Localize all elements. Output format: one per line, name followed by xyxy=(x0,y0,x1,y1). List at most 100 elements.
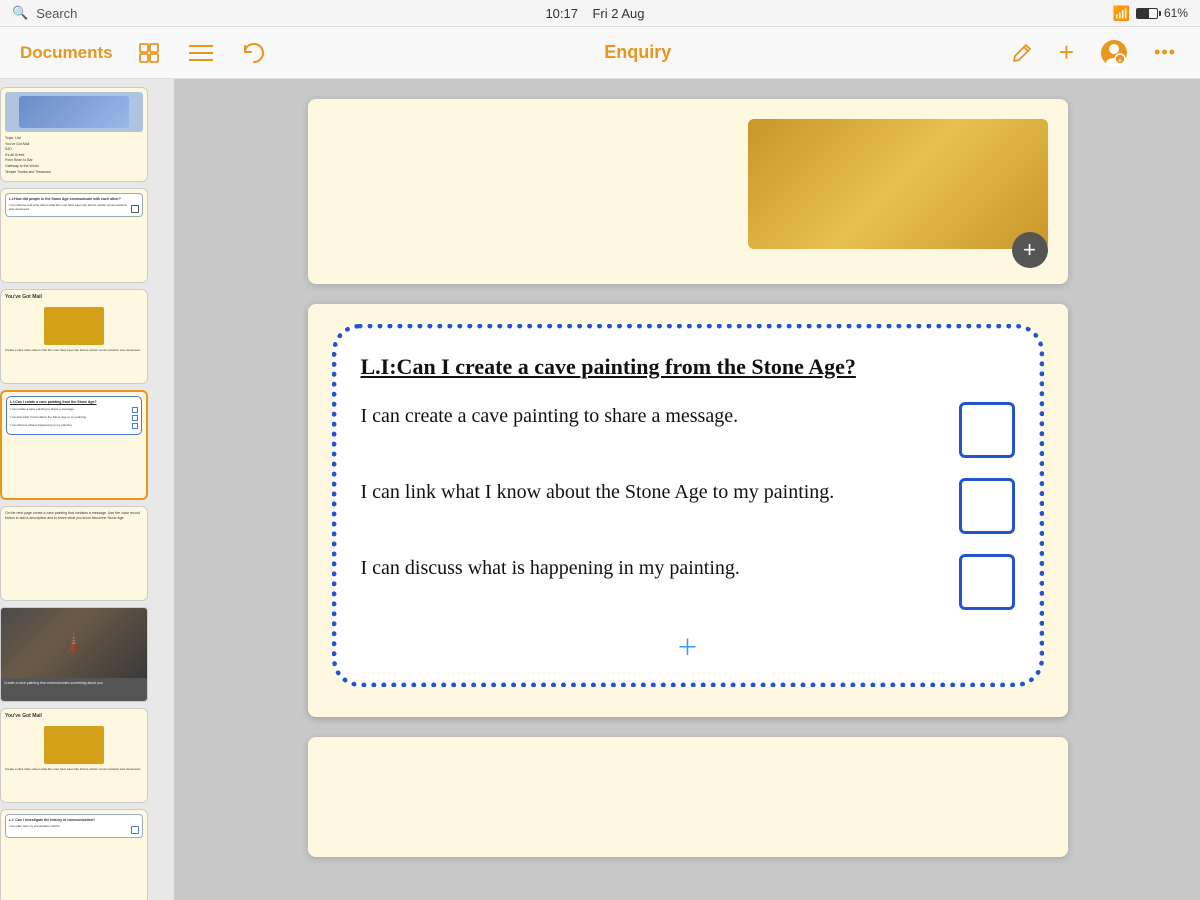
slide-4-check-3 xyxy=(132,423,138,429)
undo-button[interactable] xyxy=(237,38,269,68)
objective-row-2: I can link what I know about the Stone A… xyxy=(361,478,1015,534)
slide-2-checkbox xyxy=(131,205,139,213)
slide-thumbnail-4[interactable]: L.I:Can I create a cave painting from th… xyxy=(0,390,148,500)
eiffel-icon: 🗼 xyxy=(63,633,85,654)
slide-4-check-1 xyxy=(132,407,138,413)
slide-4-title: L.I:Can I create a cave painting from th… xyxy=(10,400,138,404)
objective-checkbox-2[interactable] xyxy=(959,478,1015,534)
wifi-icon: 📶 xyxy=(1113,5,1130,22)
slide-thumb-wrapper-1: 1 Topic: ListYou've Got MailS2DIt's all … xyxy=(0,87,174,182)
status-time: 10:17 xyxy=(545,6,578,21)
slide-4-row-3: I can discuss what is happening in my pa… xyxy=(10,423,138,429)
top-partial-content xyxy=(308,99,1068,249)
slide-bottom-partial xyxy=(308,737,1068,857)
slide-thumbnail-7[interactable]: You've Got Mail Create a clips video abo… xyxy=(0,708,148,803)
more-icon: ••• xyxy=(1154,42,1176,63)
slide-add-content-top[interactable]: + xyxy=(1012,232,1048,268)
objective-text-3: I can discuss what is happening in my pa… xyxy=(361,554,959,582)
svg-text:+: + xyxy=(1118,56,1123,65)
slide-7-title: You've Got Mail xyxy=(5,713,42,719)
slide-4-obj-1: I can create a cave painting to share a … xyxy=(10,407,132,411)
slide-2-inner: L.I:How did people in the Stone Age comm… xyxy=(5,193,143,217)
objective-text-1: I can create a cave painting to share a … xyxy=(361,402,959,430)
slide-2-text: I can discuss and write about what life … xyxy=(9,203,131,211)
slide-4-check-2 xyxy=(132,415,138,421)
documents-link[interactable]: Documents xyxy=(20,43,113,63)
status-date: Fri 2 Aug xyxy=(592,6,644,21)
battery-percent: 61% xyxy=(1164,6,1188,20)
slide-2-title: L.I:How did people in the Stone Age comm… xyxy=(9,197,139,201)
slide-7-text: Create a clips video about what life mus… xyxy=(5,767,141,771)
slide-8-title: L.I: Can I investigate the history of co… xyxy=(9,818,139,822)
envelope-image xyxy=(748,119,1048,249)
objective-checkbox-3[interactable] xyxy=(959,554,1015,610)
slide-thumb-wrapper-2: 2 L.I:How did people in the Stone Age co… xyxy=(0,188,174,283)
slide-8-inner: L.I: Can I investigate the history of co… xyxy=(5,814,143,838)
slide-thumbnail-2[interactable]: L.I:How did people in the Stone Age comm… xyxy=(0,188,148,283)
pencil-tool-button[interactable] xyxy=(1007,38,1037,68)
slide-thumbnail-8[interactable]: L.I: Can I investigate the history of co… xyxy=(0,809,148,900)
search-icon: 🔍 xyxy=(12,5,28,21)
slide-8-content: I can plan how my presentation will be xyxy=(9,824,139,834)
slide-add-content-button[interactable]: ＋ xyxy=(676,630,698,662)
list-view-button[interactable] xyxy=(185,40,217,66)
slide-2-content: I can discuss and write about what life … xyxy=(9,203,139,213)
slide-1-text: Topic: ListYou've Got MailS2DIt's all Gr… xyxy=(5,136,143,175)
slide-thumbnail-3[interactable]: You've Got Mail Create a clips video abo… xyxy=(0,289,148,384)
toolbar-title: Enquiry xyxy=(604,42,671,63)
slide-3-text: Create a clips video about what life mus… xyxy=(5,348,141,352)
canvas-area[interactable]: + L.I:Can I create a cave painting from … xyxy=(175,79,1200,900)
battery-fill xyxy=(1137,9,1149,18)
bottom-partial-bg xyxy=(308,737,1068,857)
slide-6-text: Create a cave painting that communicates… xyxy=(1,678,147,688)
slide-4-main: L.I:Can I create a cave painting from th… xyxy=(308,304,1068,717)
slide-thumb-wrapper-7: 7 You've Got Mail Create a clips video a… xyxy=(0,708,174,803)
objective-text-2: I can link what I know about the Stone A… xyxy=(361,478,959,506)
slide-4-row-2: I can link what I know about the Stone A… xyxy=(10,415,138,421)
slide-1-image xyxy=(5,92,143,132)
search-label[interactable]: Search xyxy=(36,6,77,21)
add-button[interactable]: + xyxy=(1055,33,1078,72)
slide-8-checkbox xyxy=(131,826,139,834)
slide-thumb-wrapper-6: 6 🗼 Create a cave painting that communic… xyxy=(0,607,174,702)
toolbar-left: Documents xyxy=(20,37,269,69)
slide-panel[interactable]: 1 Topic: ListYou've Got MailS2DIt's all … xyxy=(0,79,175,900)
slide-4-row-1: I can create a cave painting to share a … xyxy=(10,407,138,413)
status-bar: 🔍 Search 10:17 Fri 2 Aug 📶 61% xyxy=(0,0,1200,27)
status-left: 🔍 Search xyxy=(12,5,77,21)
add-icon: + xyxy=(1059,37,1074,68)
status-time-date: 10:17 Fri 2 Aug xyxy=(545,6,644,21)
toolbar: Documents Enquiry xyxy=(0,27,1200,79)
slide-thumb-wrapper-3: 3 You've Got Mail Create a clips video a… xyxy=(0,289,174,384)
slide-top-partial: + xyxy=(308,99,1068,284)
add-content-icon-top: + xyxy=(1023,237,1036,263)
slide-thumb-wrapper-8: 8 L.I: Can I investigate the history of … xyxy=(0,809,174,900)
layout-toggle-button[interactable] xyxy=(133,37,165,69)
slide-5-text: On the next page create a cave painting … xyxy=(5,511,143,522)
slide-7-envelope xyxy=(44,726,104,764)
slide-3-envelope xyxy=(44,307,104,345)
more-options-button[interactable]: ••• xyxy=(1150,38,1180,67)
slide-thumb-wrapper-5: 5 On the next page create a cave paintin… xyxy=(0,506,174,601)
battery-indicator xyxy=(1136,8,1158,19)
learning-intentions-box: L.I:Can I create a cave painting from th… xyxy=(332,324,1044,687)
slide-4-obj-2: I can link what I know about the Stone A… xyxy=(10,415,132,419)
slide-thumb-wrapper-4: 4 L.I:Can I create a cave painting from … xyxy=(0,390,174,500)
slide-thumbnail-6[interactable]: 🗼 Create a cave painting that communicat… xyxy=(0,607,148,702)
slide-thumbnail-1[interactable]: Topic: ListYou've Got MailS2DIt's all Gr… xyxy=(0,87,148,182)
toolbar-right: + + ••• xyxy=(1007,33,1180,72)
main-layout: 1 Topic: ListYou've Got MailS2DIt's all … xyxy=(0,79,1200,900)
slide-3-title: You've Got Mail xyxy=(5,294,42,300)
slide-4-obj-3: I can discuss what is happening in my pa… xyxy=(10,423,132,427)
profile-button[interactable]: + xyxy=(1096,35,1132,71)
slide-4-inner: L.I:Can I create a cave painting from th… xyxy=(6,396,142,435)
objective-row-1: I can create a cave painting to share a … xyxy=(361,402,1015,458)
add-content-icon: ＋ xyxy=(676,635,698,660)
learning-title: L.I:Can I create a cave painting from th… xyxy=(361,353,1015,382)
slide-6-image: 🗼 xyxy=(1,608,147,678)
slide-thumbnail-5[interactable]: On the next page create a cave painting … xyxy=(0,506,148,601)
status-right: 📶 61% xyxy=(1113,5,1188,22)
objective-row-3: I can discuss what is happening in my pa… xyxy=(361,554,1015,610)
objective-checkbox-1[interactable] xyxy=(959,402,1015,458)
slide-8-text: I can plan how my presentation will be xyxy=(9,824,131,828)
